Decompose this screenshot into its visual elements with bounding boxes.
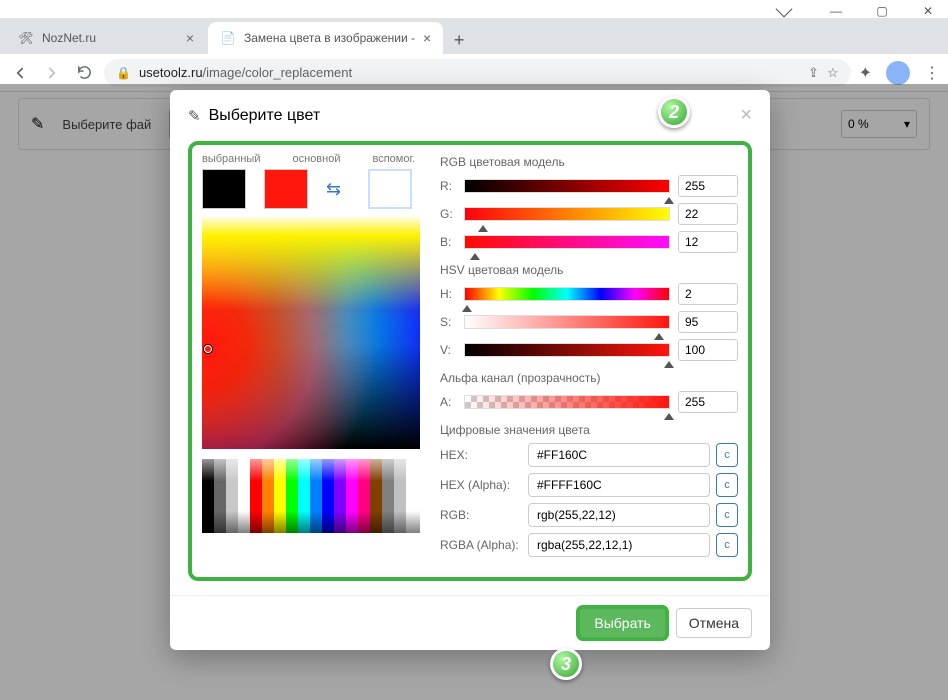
tab-noznet[interactable]: 🛠 NozNet.ru ×	[6, 22, 206, 54]
copy-rgb-button[interactable]: c	[716, 503, 738, 527]
input-hexa[interactable]	[528, 473, 710, 497]
input-r[interactable]	[678, 175, 738, 197]
label-secondary: вспомог.	[373, 153, 416, 165]
address-bar[interactable]: 🔒 usetoolz.ru/image/color_replacement ⇪ …	[104, 59, 851, 87]
close-tab-icon[interactable]: ×	[186, 30, 194, 46]
label-rgb: RGB:	[440, 508, 522, 522]
input-s[interactable]	[678, 311, 738, 333]
close-tab-icon[interactable]: ×	[423, 30, 431, 46]
color-palette[interactable]	[202, 459, 420, 533]
share-icon[interactable]: ⇪	[808, 65, 819, 81]
input-g[interactable]	[678, 203, 738, 225]
swatch-primary[interactable]	[264, 169, 308, 209]
label-rgba: RGBA (Alpha):	[440, 538, 522, 552]
new-tab-button[interactable]: +	[445, 26, 473, 54]
swatch-selected[interactable]	[202, 169, 246, 209]
label-primary: основной	[293, 153, 341, 165]
copy-hex-button[interactable]: c	[716, 443, 738, 467]
input-rgb-text[interactable]	[528, 503, 710, 527]
color-picker-modal: ✎ Выберите цвет × выбранный основной всп…	[170, 90, 770, 650]
forward-button	[40, 61, 64, 85]
slider-g[interactable]	[464, 207, 670, 221]
maximize-button[interactable]: ▢	[872, 4, 892, 18]
close-window-button[interactable]: ✕	[918, 4, 938, 18]
minimize-button[interactable]: —	[826, 4, 846, 18]
slider-h[interactable]	[464, 287, 670, 301]
swap-icon[interactable]: ⇆	[326, 179, 350, 200]
slider-r[interactable]	[464, 179, 670, 193]
input-rgba-text[interactable]	[528, 533, 710, 557]
modal-footer: Выбрать Отмена	[170, 595, 770, 650]
extensions-icon[interactable]: ✦	[859, 63, 872, 83]
color-field[interactable]	[202, 217, 420, 449]
color-field-cursor[interactable]	[204, 345, 212, 353]
annotation-badge-2: 2	[658, 96, 690, 128]
edit-icon: ✎	[188, 107, 201, 125]
copy-hexa-button[interactable]: c	[716, 473, 738, 497]
input-b[interactable]	[678, 231, 738, 253]
section-rgb: RGB цветовая модель	[440, 155, 738, 169]
back-button[interactable]	[8, 61, 32, 85]
label-hex: HEX:	[440, 448, 522, 462]
annotation-badge-3: 3	[550, 648, 582, 680]
favicon-icon: 🛠	[18, 30, 34, 46]
cancel-button[interactable]: Отмена	[676, 608, 752, 638]
swatch-secondary[interactable]	[368, 169, 412, 209]
tab-strip: 🛠 NozNet.ru × 📄 Замена цвета в изображен…	[0, 18, 948, 54]
star-icon[interactable]: ☆	[827, 65, 839, 81]
slider-s[interactable]	[464, 315, 670, 329]
tab-title: Замена цвета в изображении -	[244, 31, 415, 45]
tab-usetoolz[interactable]: 📄 Замена цвета в изображении - ×	[208, 22, 443, 54]
url-text: usetoolz.ru/image/color_replacement	[139, 65, 352, 80]
slider-a[interactable]	[464, 395, 670, 409]
input-v[interactable]	[678, 339, 738, 361]
slider-b[interactable]	[464, 235, 670, 249]
input-a[interactable]	[678, 391, 738, 413]
section-alpha: Альфа канал (прозрачность)	[440, 371, 738, 385]
lock-icon: 🔒	[116, 66, 131, 80]
label-selected: выбранный	[202, 153, 261, 165]
favicon-icon: 📄	[220, 30, 236, 46]
section-hsv: HSV цветовая модель	[440, 263, 738, 277]
select-button[interactable]: Выбрать	[579, 608, 665, 638]
modal-close-button[interactable]: ×	[740, 104, 752, 127]
section-digital: Цифровые значения цвета	[440, 423, 738, 437]
window-dropdown-icon[interactable]	[776, 1, 793, 18]
slider-v[interactable]	[464, 343, 670, 357]
input-hex[interactable]	[528, 443, 710, 467]
profile-avatar[interactable]	[886, 61, 910, 85]
menu-icon[interactable]: ⋮	[924, 63, 940, 83]
reload-button[interactable]	[72, 61, 96, 85]
modal-title: Выберите цвет	[209, 107, 321, 125]
annotation-frame: выбранный основной вспомог. ⇆ RGB цветов…	[188, 141, 752, 581]
tab-title: NozNet.ru	[42, 31, 96, 45]
input-h[interactable]	[678, 283, 738, 305]
label-hexa: HEX (Alpha):	[440, 478, 522, 492]
copy-rgba-button[interactable]: c	[716, 533, 738, 557]
